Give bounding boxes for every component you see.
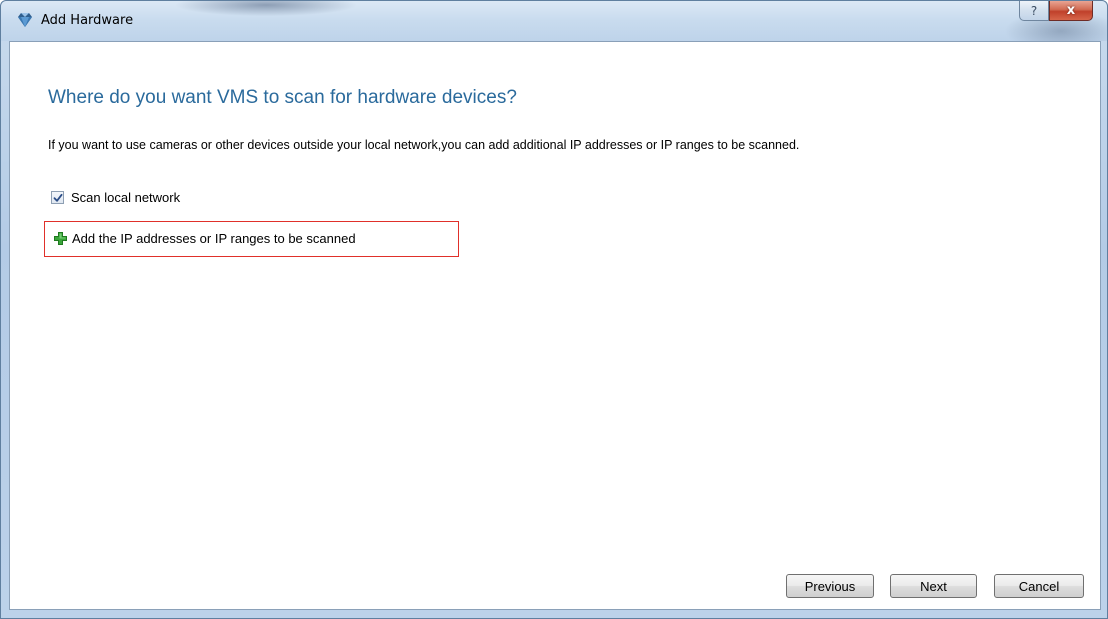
close-icon: x: [1066, 3, 1076, 18]
scan-local-network-option[interactable]: Scan local network: [51, 190, 180, 205]
page-description: If you want to use cameras or other devi…: [48, 138, 800, 152]
scan-local-network-checkbox[interactable]: [51, 191, 64, 204]
add-ip-ranges-label: Add the IP addresses or IP ranges to be …: [72, 231, 356, 246]
previous-button[interactable]: Previous: [786, 574, 874, 598]
scan-local-network-label: Scan local network: [71, 190, 181, 205]
add-hardware-window: Add Hardware ? x Where do you want VMS t…: [0, 0, 1108, 619]
caption-buttons: ? x: [1019, 1, 1093, 23]
page-title: Where do you want VMS to scan for hardwa…: [48, 87, 517, 108]
cancel-button[interactable]: Cancel: [994, 574, 1084, 598]
help-button[interactable]: ?: [1019, 1, 1049, 21]
gem-app-icon: [17, 12, 33, 28]
dialog-content: Where do you want VMS to scan for hardwa…: [9, 41, 1101, 610]
add-ip-ranges-link[interactable]: Add the IP addresses or IP ranges to be …: [54, 231, 356, 246]
next-button[interactable]: Next: [890, 574, 977, 598]
checkmark-icon: [53, 193, 63, 202]
title-bar[interactable]: Add Hardware ? x: [1, 1, 1107, 41]
plus-icon: [54, 232, 67, 245]
close-button[interactable]: x: [1049, 1, 1093, 21]
help-icon: ?: [1030, 3, 1038, 18]
window-title: Add Hardware: [41, 13, 134, 28]
